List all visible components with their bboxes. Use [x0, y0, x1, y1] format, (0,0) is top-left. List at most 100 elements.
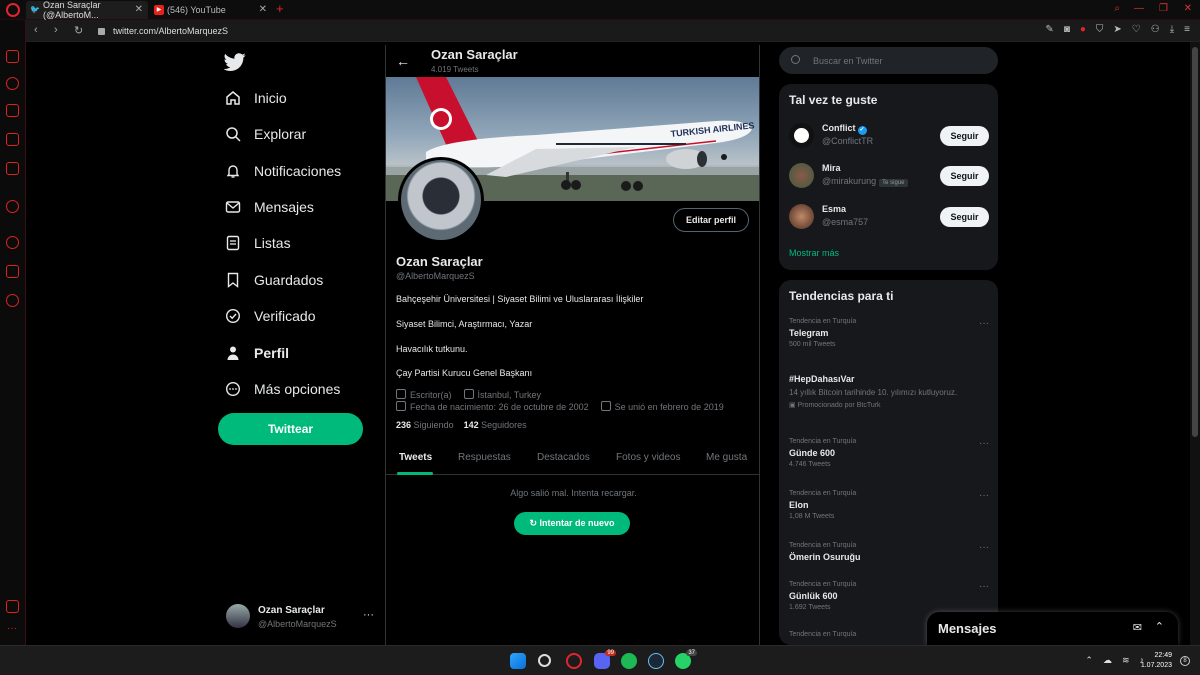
- tab-tweets[interactable]: Tweets: [399, 452, 432, 463]
- suggestion-item[interactable]: Mira @mirakurung Te sigue Seguir: [789, 161, 989, 191]
- back-icon[interactable]: ‹: [34, 24, 38, 36]
- vpn-icon[interactable]: ●: [1080, 24, 1086, 35]
- clock[interactable]: 22:49 1.07.2023: [1141, 651, 1172, 671]
- clock-date: 1.07.2023: [1140, 662, 1172, 669]
- trend-topic: Elon: [789, 500, 809, 510]
- download-icon[interactable]: ⤓: [1170, 24, 1174, 35]
- opera-icon[interactable]: [566, 653, 582, 669]
- more-dots-icon[interactable]: ···: [979, 490, 989, 501]
- adblock-icon[interactable]: ⛉: [1096, 24, 1104, 35]
- wifi-icon[interactable]: ≋: [1122, 655, 1130, 666]
- camera-icon[interactable]: ◙: [1064, 24, 1070, 35]
- close-tab-icon[interactable]: ✕: [135, 4, 143, 15]
- shopping-icon[interactable]: [6, 104, 19, 117]
- menu-icon[interactable]: ≡: [1184, 24, 1190, 35]
- follow-button[interactable]: Seguir: [940, 166, 989, 186]
- more-dots-icon[interactable]: ···: [363, 609, 374, 621]
- more-dots-icon[interactable]: ···: [979, 438, 989, 449]
- send-icon[interactable]: ➤: [1113, 24, 1121, 35]
- history-icon[interactable]: [6, 236, 19, 249]
- instagram-icon[interactable]: [6, 162, 19, 175]
- new-message-icon[interactable]: ✉: [1133, 621, 1142, 634]
- back-arrow-icon[interactable]: ←: [396, 53, 410, 69]
- nav-item-profile[interactable]: Perfil: [224, 344, 289, 362]
- close-tab-icon[interactable]: ✕: [259, 4, 267, 15]
- close-window-button[interactable]: ✕: [1184, 3, 1192, 14]
- suggestion-item[interactable]: Conflict ✓ @ConflictTR Seguir: [789, 121, 989, 151]
- following-link[interactable]: 236 Siguiendo: [396, 420, 454, 430]
- discord-icon[interactable]: 99: [594, 650, 616, 669]
- nav-item-more-options[interactable]: Más opciones: [224, 380, 340, 398]
- promoted-label: ▣ Promocionado por BtcTurk: [789, 402, 881, 409]
- search-tabs-icon[interactable]: ⌕: [1114, 3, 1120, 14]
- follow-button[interactable]: Seguir: [940, 126, 989, 146]
- account-switcher[interactable]: Ozan Saraçlar @AlbertoMarquezS ···: [224, 601, 374, 631]
- follow-button[interactable]: Seguir: [940, 207, 989, 227]
- extensions-icon[interactable]: [6, 265, 19, 278]
- retry-button[interactable]: ↻ Intentar de nuevo: [514, 512, 630, 535]
- spotify-icon[interactable]: [621, 653, 637, 669]
- cloud-icon[interactable]: ☁: [1103, 655, 1112, 666]
- wallet-icon[interactable]: [6, 600, 19, 613]
- url-field[interactable]: twitter.com/AlbertoMarquezS: [94, 23, 1014, 39]
- show-more-link[interactable]: Mostrar más: [789, 248, 839, 258]
- speed-dial-icon[interactable]: [6, 77, 19, 90]
- tab-likes[interactable]: Me gusta: [706, 452, 747, 463]
- forward-icon[interactable]: ›: [54, 24, 58, 36]
- heart-icon[interactable]: ♡: [1132, 24, 1141, 35]
- trend-item[interactable]: Tendencia en Turquía Telegram 500 mil Tw…: [789, 318, 989, 348]
- tab-replies[interactable]: Respuestas: [458, 452, 511, 463]
- twitter-logo-icon[interactable]: [224, 51, 246, 73]
- messages-dock[interactable]: Mensajes ✉ ⌃: [927, 612, 1178, 645]
- profile-avatar[interactable]: [398, 157, 484, 243]
- search-icon[interactable]: [538, 654, 551, 667]
- refresh-icon: ↻: [529, 518, 537, 528]
- expand-up-icon[interactable]: ⌃: [1155, 620, 1164, 633]
- nav-item-bookmarks[interactable]: Guardados: [224, 271, 323, 289]
- mail-icon: [224, 198, 242, 216]
- nav-item-explore[interactable]: Explorar: [224, 125, 306, 143]
- search-input[interactable]: [813, 53, 983, 68]
- tab-media[interactable]: Fotos y videos: [616, 452, 680, 463]
- trend-item[interactable]: Tendencia en Turquía Elon 1,08 M Tweets …: [789, 490, 989, 520]
- profile-icon[interactable]: ⚇: [1151, 24, 1160, 35]
- edit-icon[interactable]: ✎: [1045, 24, 1053, 35]
- messenger-icon[interactable]: [6, 50, 19, 63]
- twitch-icon[interactable]: [6, 133, 19, 146]
- tab-highlights[interactable]: Destacados: [537, 452, 590, 463]
- scrollbar-thumb[interactable]: [1192, 47, 1198, 437]
- minimize-button[interactable]: —: [1134, 3, 1144, 14]
- whatsapp-icon[interactable]: 37: [675, 650, 697, 669]
- page-scrollbar[interactable]: [1190, 42, 1200, 645]
- more-dots-icon[interactable]: ···: [979, 581, 989, 592]
- nav-item-home[interactable]: Inicio: [224, 89, 287, 107]
- nav-item-label: Inicio: [254, 90, 287, 106]
- nav-item-verified[interactable]: Verificado: [224, 307, 315, 325]
- player-icon[interactable]: [6, 200, 19, 213]
- more-icon[interactable]: ···: [7, 623, 17, 634]
- trend-item-promoted[interactable]: #HepDahasıVar 14 yıllık Bitcoin tarihind…: [789, 371, 989, 409]
- notification-center-icon[interactable]: 8: [1180, 656, 1190, 666]
- chevron-up-icon[interactable]: ⌃: [1085, 655, 1093, 666]
- edit-profile-button[interactable]: Editar perfil: [673, 208, 749, 232]
- more-dots-icon[interactable]: ···: [979, 318, 989, 329]
- new-tab-button[interactable]: +: [276, 1, 284, 16]
- tweet-button[interactable]: Twittear: [218, 413, 363, 445]
- reload-icon[interactable]: ↻: [74, 24, 83, 37]
- trend-item[interactable]: Tendencia en Turquía Ömerin Osuruğu ···: [789, 542, 989, 562]
- nav-item-lists[interactable]: Listas: [224, 234, 291, 252]
- steam-icon[interactable]: [648, 653, 664, 669]
- windows-start-icon[interactable]: [510, 653, 526, 669]
- suggestion-item[interactable]: Esma @esma757 Seguir: [789, 202, 989, 232]
- browser-tab-youtube[interactable]: ▶ (546) YouTube ✕: [150, 1, 272, 19]
- restore-button[interactable]: ❐: [1159, 3, 1168, 14]
- nav-item-messages[interactable]: Mensajes: [224, 198, 314, 216]
- opera-logo-icon[interactable]: [6, 3, 20, 17]
- trend-item[interactable]: Tendencia en Turquía Günde 600 4.746 Twe…: [789, 438, 989, 468]
- browser-tab-twitter[interactable]: 🐦 Ozan Saraçlar (@AlbertoM... ✕: [26, 0, 148, 20]
- trend-item[interactable]: Tendencia en Turquía Günlük 600 1.692 Tw…: [789, 581, 989, 611]
- nav-item-notifications[interactable]: Notificaciones: [224, 162, 341, 180]
- followers-link[interactable]: 142 Seguidores: [464, 420, 527, 430]
- more-dots-icon[interactable]: ···: [979, 542, 989, 553]
- settings-icon[interactable]: [6, 294, 19, 307]
